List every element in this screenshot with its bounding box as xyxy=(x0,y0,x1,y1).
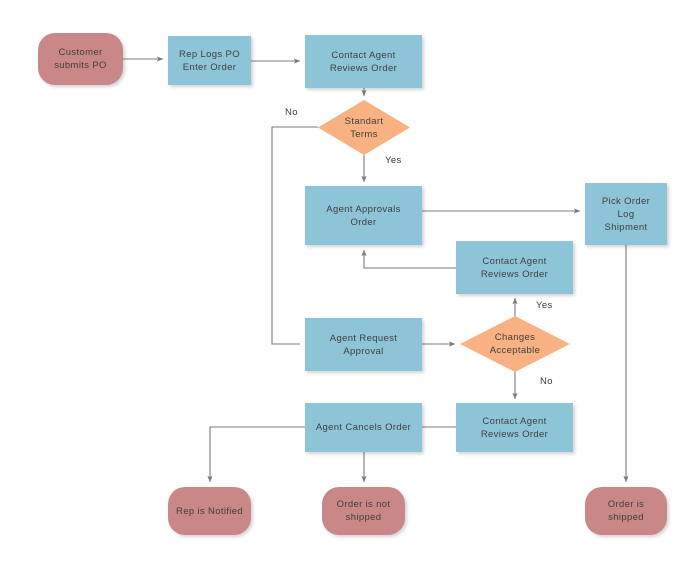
node-label: Agent Cancels Order xyxy=(315,422,412,433)
node-contact-agent-reviews-3[interactable]: Contact Agent Reviews Order xyxy=(456,403,573,452)
node-customer-submits-po[interactable]: Customer submits PO xyxy=(38,33,123,85)
node-pick-order-log-shipment[interactable]: Pick Order Log Shipment xyxy=(585,183,667,245)
node-label: Contact Agent Reviews Order xyxy=(480,415,549,440)
node-label: Changes Acceptable xyxy=(489,332,541,356)
node-agent-request-approval[interactable]: Agent Request Approval xyxy=(305,318,422,371)
node-label: Order is not shipped xyxy=(336,499,391,523)
node-label: Order is shipped xyxy=(607,499,645,523)
node-changes-acceptable[interactable]: Changes Acceptable xyxy=(460,316,570,372)
node-standart-terms[interactable]: Standart Terms xyxy=(318,100,410,155)
flowchart-canvas: Customer submits PO Rep Logs PO Enter Ord… xyxy=(0,0,700,569)
edge-label-no-changes: No xyxy=(540,376,553,387)
node-agent-cancels-order[interactable]: Agent Cancels Order xyxy=(305,403,422,452)
connector-e-contact2-to-approvals xyxy=(361,249,456,269)
node-label: Rep is Notified xyxy=(175,505,244,517)
edge-label-yes-standart-terms: Yes xyxy=(385,155,402,166)
node-label: Agent Request Approval xyxy=(329,332,398,357)
edge-label-no-standart-terms: No xyxy=(285,107,298,118)
edge-label-yes-changes: Yes xyxy=(536,300,553,311)
node-order-is-shipped[interactable]: Order is shipped xyxy=(585,487,667,535)
node-rep-is-notified[interactable]: Rep is Notified xyxy=(168,487,251,535)
node-contact-agent-reviews-2[interactable]: Contact Agent Reviews Order xyxy=(456,241,573,294)
node-label: Agent Approvals Order xyxy=(326,203,401,228)
node-label: Customer submits PO xyxy=(54,47,107,71)
node-agent-approvals-order[interactable]: Agent Approvals Order xyxy=(305,186,422,245)
node-label: Contact Agent Reviews Order xyxy=(480,255,549,280)
node-label: Contact Agent Reviews Order xyxy=(329,49,398,74)
node-label: Standart Terms xyxy=(344,115,384,140)
node-label: Pick Order Log Shipment xyxy=(601,195,651,233)
connector-e-cancels-to-rep-notified xyxy=(207,426,305,483)
node-order-is-not-shipped[interactable]: Order is not shipped xyxy=(322,487,405,535)
node-contact-agent-reviews-1[interactable]: Contact Agent Reviews Order xyxy=(305,35,422,88)
node-label: Rep Logs PO Enter Order xyxy=(179,48,240,73)
node-rep-logs-po[interactable]: Rep Logs PO Enter Order xyxy=(168,36,251,85)
